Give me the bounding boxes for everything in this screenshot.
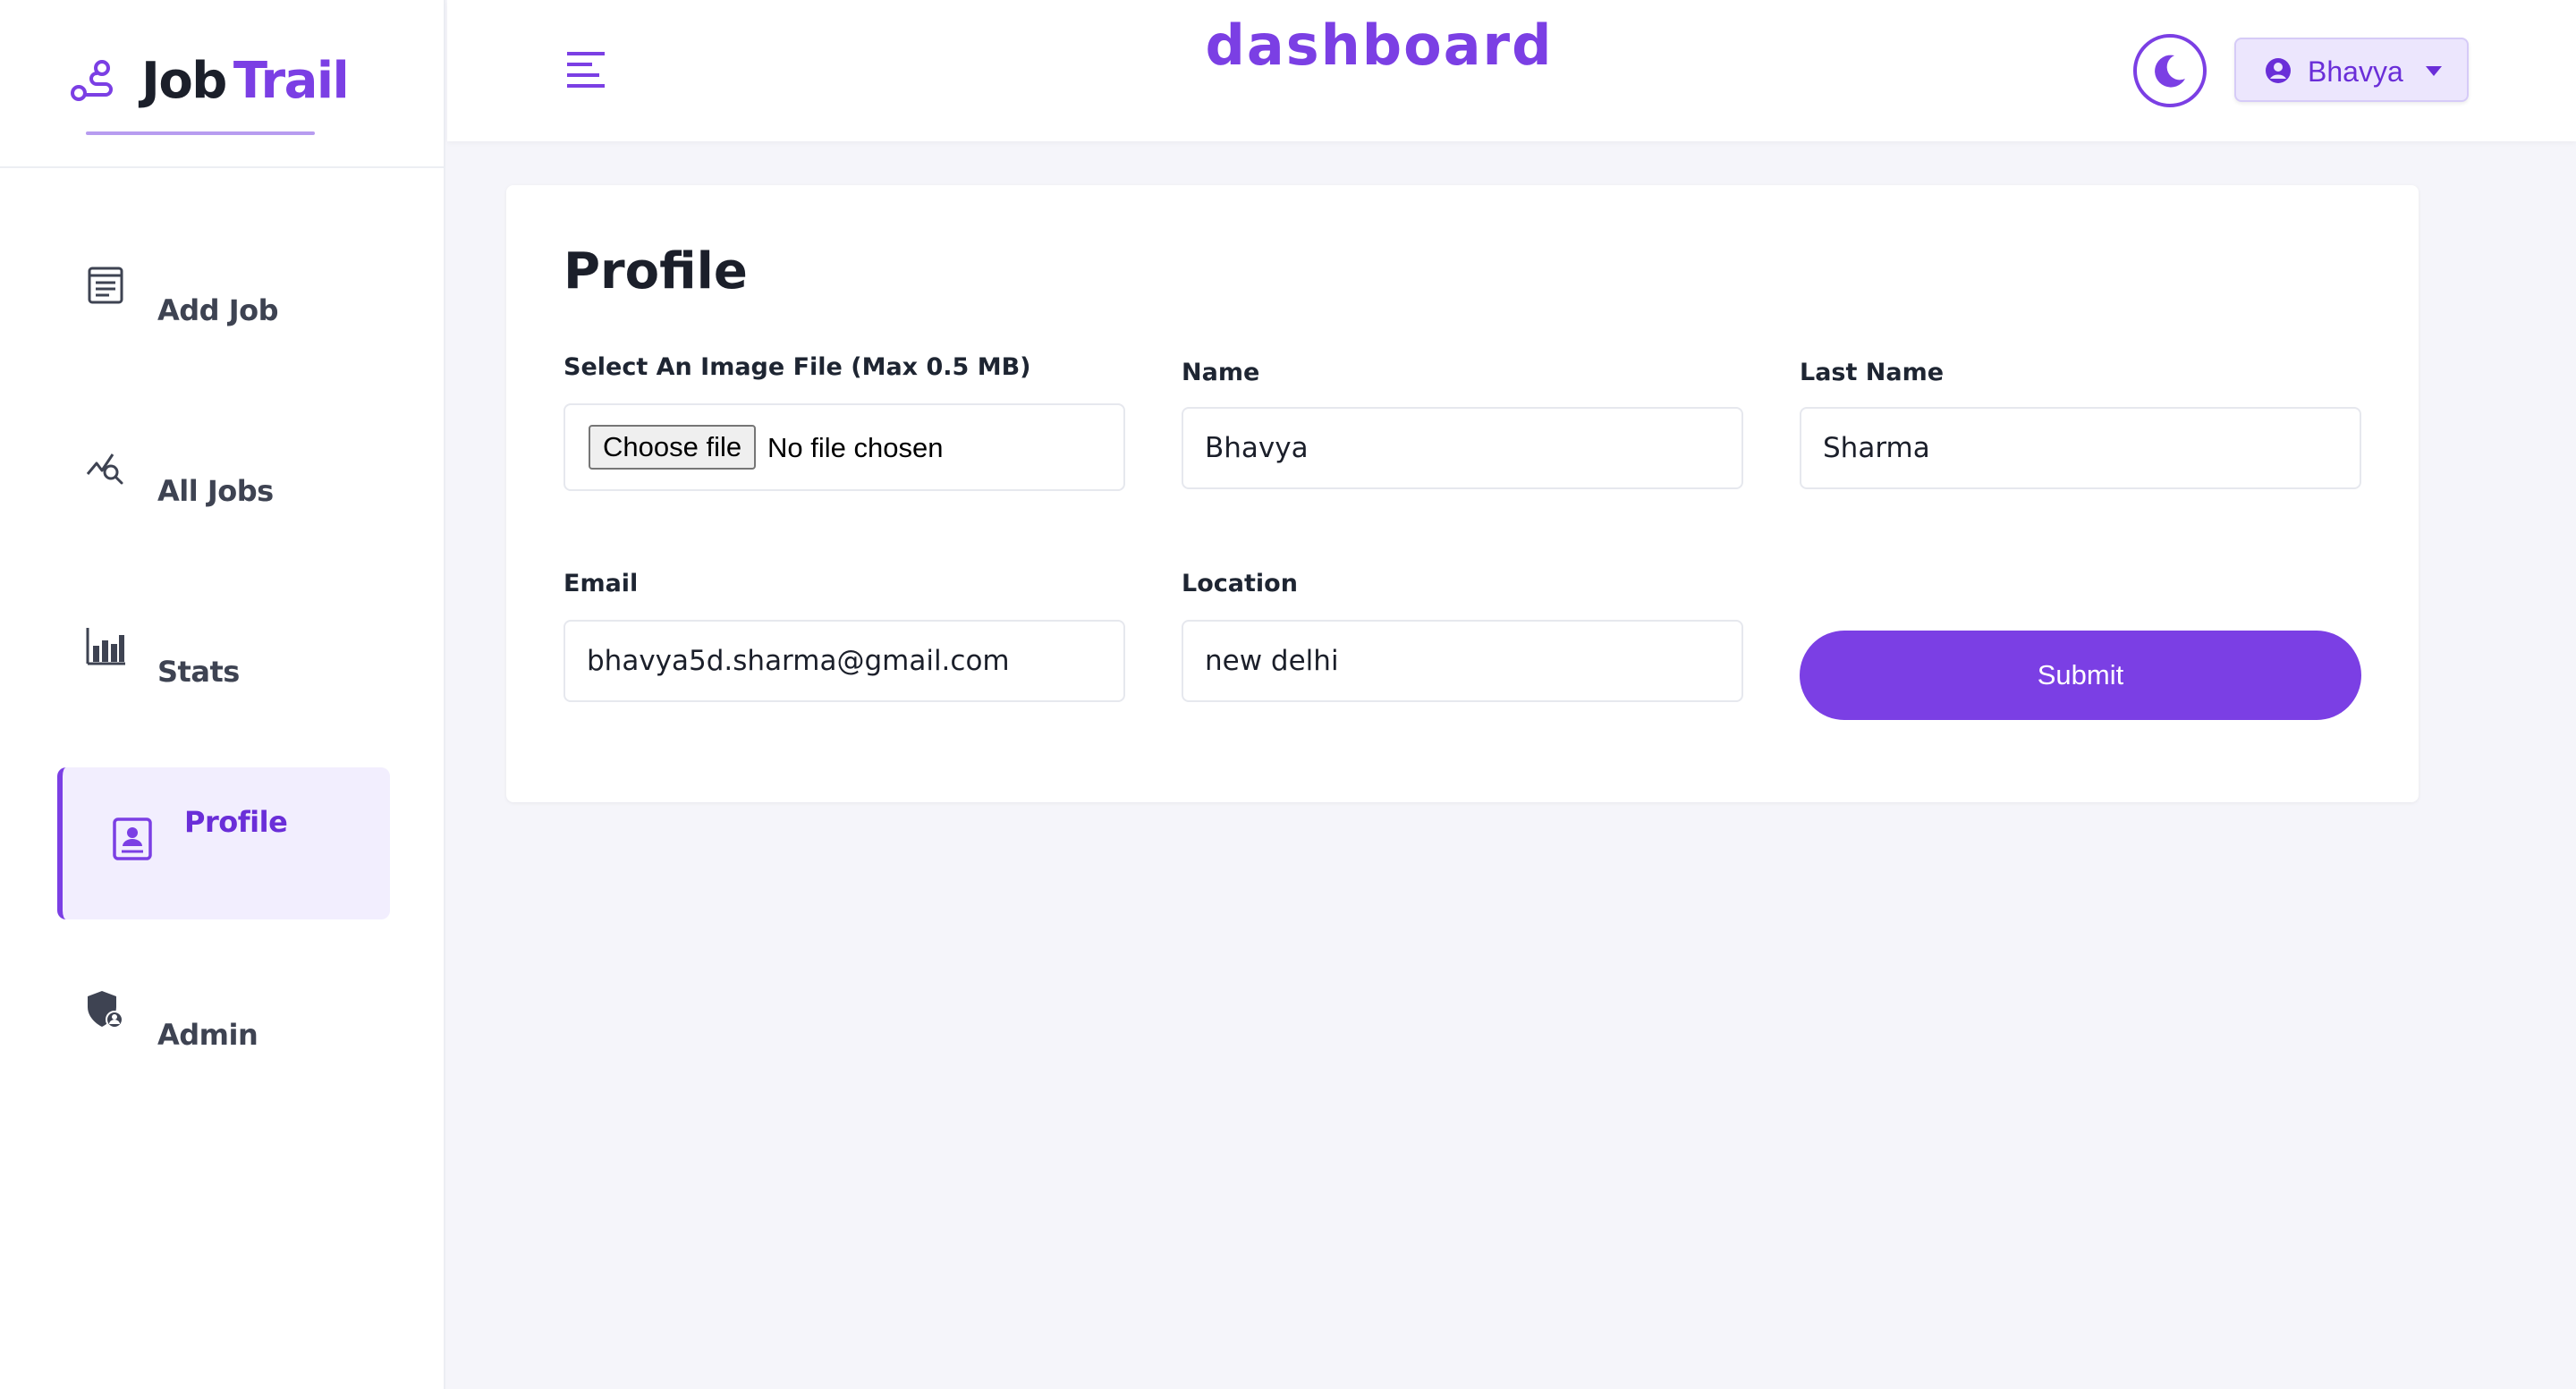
- location-label: Location: [1182, 570, 1298, 597]
- location-input[interactable]: [1183, 622, 1741, 700]
- last-name-input[interactable]: [1801, 409, 2360, 487]
- brand-name-part1: Job: [141, 52, 227, 110]
- brand-name-part2: Trail: [233, 52, 350, 110]
- profile-form-card: Profile Select An Image File (Max 0.5 MB…: [506, 185, 2419, 802]
- page-title: dashboard: [1205, 13, 1554, 78]
- theme-toggle-button[interactable]: [2133, 34, 2207, 107]
- sidebar-item-label: Admin: [157, 1018, 258, 1052]
- route-icon: [71, 60, 113, 101]
- sidebar-item-label: Stats: [157, 655, 240, 689]
- file-status-text: No file chosen: [767, 432, 944, 463]
- last-name-field[interactable]: [1800, 407, 2361, 489]
- location-field[interactable]: [1182, 620, 1743, 702]
- sidebar: Job Trail Add Job All Jobs Stats Profile…: [0, 0, 445, 1389]
- sidebar-item-profile[interactable]: Profile: [57, 767, 390, 919]
- bar-chart-icon: [86, 628, 125, 665]
- brand-underline: [86, 131, 315, 135]
- brand-name[interactable]: Job Trail: [141, 52, 350, 110]
- name-label: Name: [1182, 359, 1260, 386]
- admin-shield-icon: [88, 991, 123, 1029]
- image-file-label: Select An Image File (Max 0.5 MB): [564, 353, 1031, 381]
- name-input[interactable]: [1183, 409, 1741, 487]
- user-circle-icon: [2266, 58, 2291, 83]
- profile-card-icon: [113, 817, 152, 860]
- sidebar-item-label: Add Job: [157, 293, 279, 327]
- user-menu-button[interactable]: Bhavya: [2234, 38, 2469, 102]
- profile-title: Profile: [564, 242, 748, 301]
- sidebar-item-label: Profile: [184, 805, 288, 839]
- email-field[interactable]: [564, 620, 1125, 702]
- sidebar-item-admin[interactable]: Admin: [57, 923, 390, 1075]
- caret-down-icon: [2426, 66, 2442, 76]
- sidebar-item-add-job[interactable]: Add Job: [57, 199, 390, 351]
- choose-file-button[interactable]: Choose file: [589, 425, 757, 470]
- last-name-label: Last Name: [1800, 359, 1945, 386]
- name-field[interactable]: [1182, 407, 1743, 489]
- image-file-field: Choose file No file chosen: [564, 403, 1125, 491]
- top-navbar: dashboard Bhavya: [447, 0, 2576, 141]
- email-label: Email: [564, 570, 639, 597]
- chart-search-icon: [86, 453, 123, 485]
- brand: Job Trail: [0, 0, 444, 168]
- user-name: Bhavya: [2308, 55, 2403, 88]
- submit-button[interactable]: Submit: [1800, 631, 2361, 720]
- email-input[interactable]: [565, 622, 1123, 700]
- sidebar-item-stats[interactable]: Stats: [57, 560, 390, 712]
- moon-icon: [2155, 55, 2185, 88]
- sidebar-item-all-jobs[interactable]: All Jobs: [57, 379, 390, 531]
- sidebar-item-label: All Jobs: [157, 474, 274, 508]
- add-job-form-icon: [88, 267, 123, 304]
